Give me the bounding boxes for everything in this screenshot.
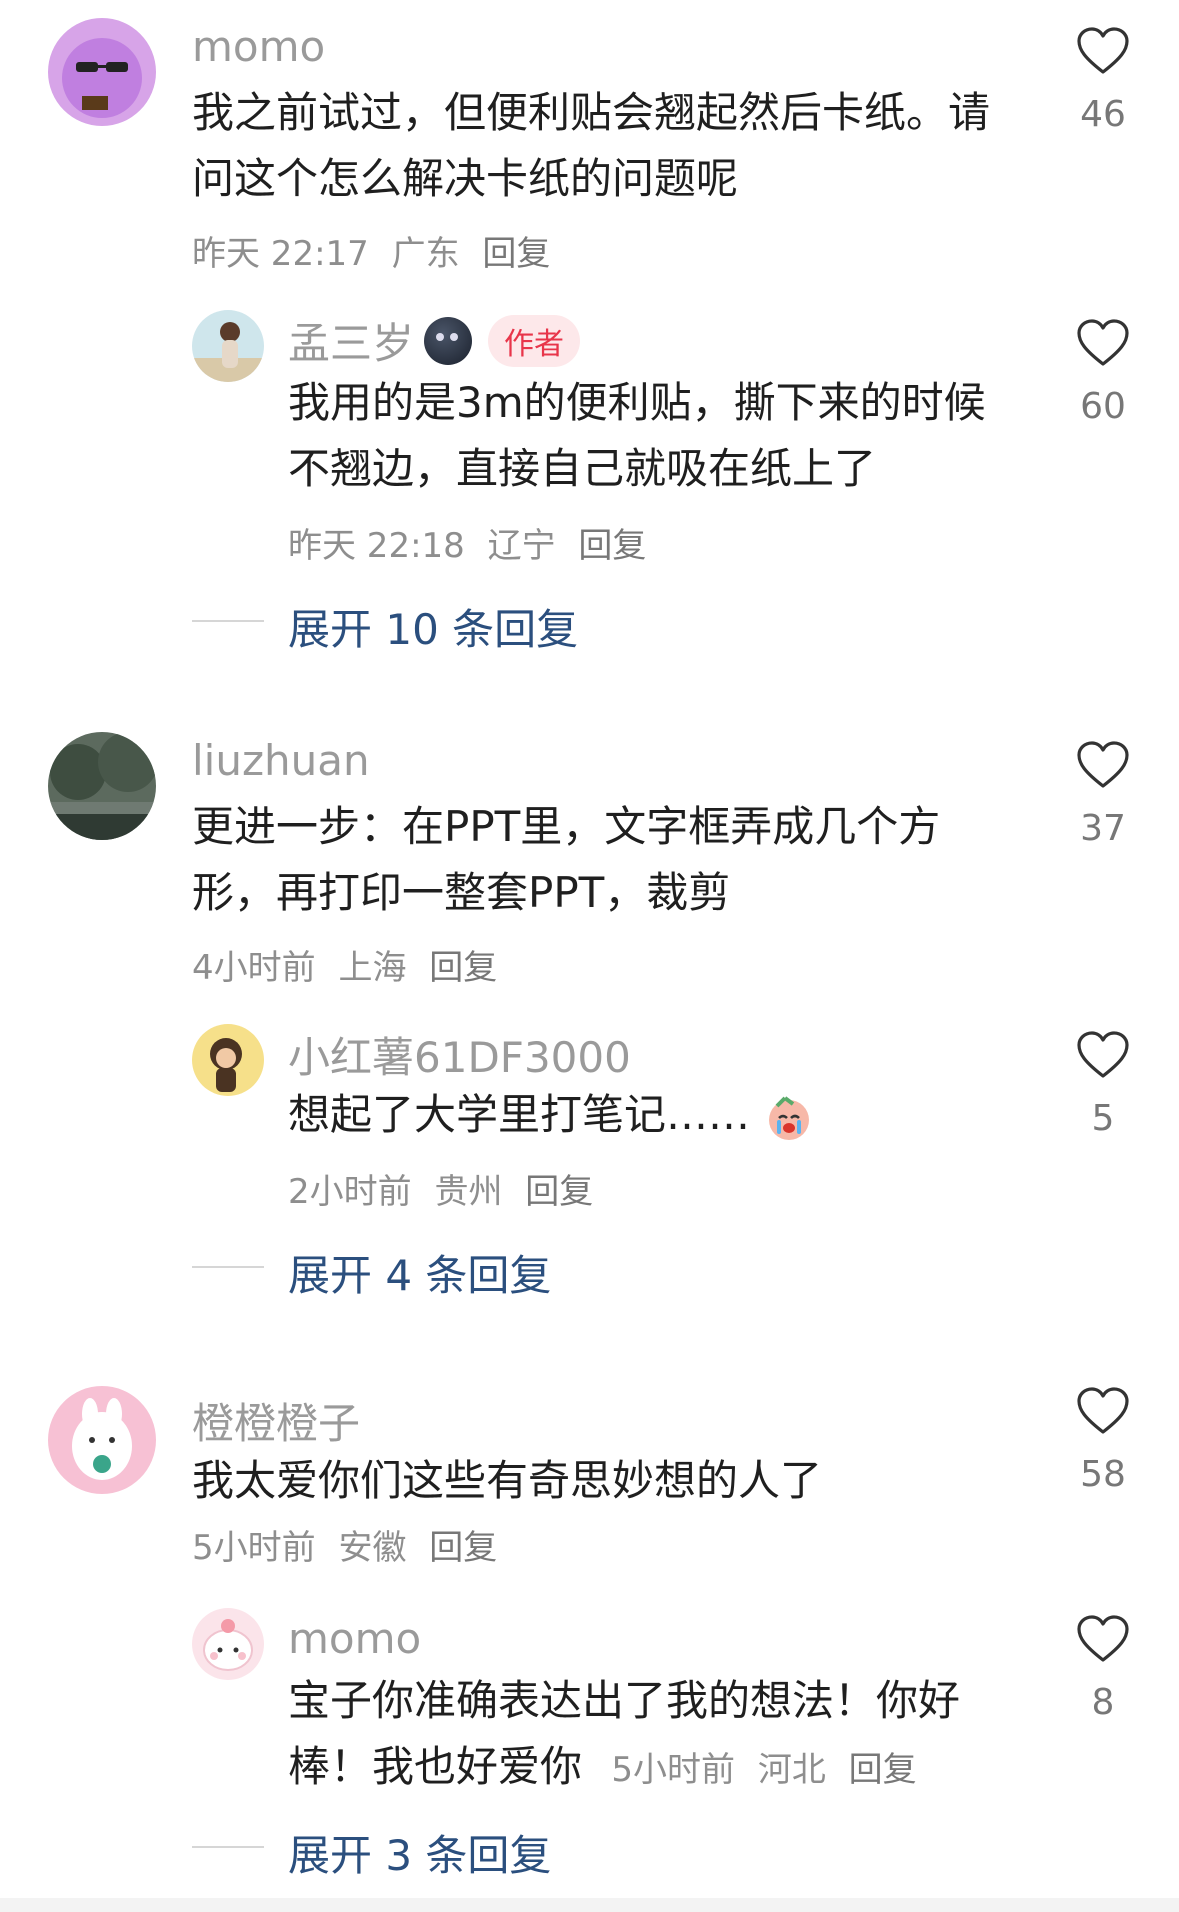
heart-icon <box>1077 27 1129 74</box>
heart-icon <box>1077 1031 1129 1078</box>
like-button[interactable]: 5 <box>1058 1030 1148 1139</box>
avatar[interactable] <box>192 310 264 382</box>
heart-icon <box>1077 319 1129 366</box>
reply-username[interactable]: 小红薯61DF3000 <box>288 1024 631 1085</box>
avatar[interactable] <box>48 1386 156 1494</box>
reply-text: 宝子你准确表达出了我的想法！你好 棒！我也好爱你 5小时前 河北 回复 <box>288 1668 1048 1803</box>
reply-button[interactable]: 回复 <box>578 526 646 566</box>
comment-location: 安徽 <box>338 1528 407 1568</box>
reply-meta: 5小时前 河北 回复 <box>611 1750 928 1790</box>
like-button[interactable]: 37 <box>1058 740 1148 849</box>
reply-time: 2小时前 <box>288 1172 412 1212</box>
reply-button[interactable]: 回复 <box>429 1528 497 1568</box>
reply-location: 河北 <box>757 1750 826 1790</box>
comment-text-line: 我之前试过，但便利贴会翘起然后卡纸。请 <box>192 88 991 137</box>
like-count: 60 <box>1080 386 1126 427</box>
crying-face-icon <box>769 1095 810 1140</box>
avatar[interactable] <box>48 732 156 840</box>
comment-text-line: 我太爱你们这些有奇思妙想的人了 <box>192 1456 823 1505</box>
reply-button[interactable]: 回复 <box>849 1750 917 1790</box>
comment-username[interactable]: momo <box>192 22 325 71</box>
comment-meta: 昨天 22:17 广东 回复 <box>192 226 562 275</box>
reply-meta: 昨天 22:18 辽宁 回复 <box>288 518 658 567</box>
divider <box>192 1846 264 1848</box>
comment-time: 4小时前 <box>192 948 316 988</box>
like-count: 37 <box>1080 808 1126 849</box>
reply-button[interactable]: 回复 <box>429 948 497 988</box>
new-moon-face-icon <box>424 316 473 365</box>
comment-location: 广东 <box>391 234 460 274</box>
reply-location: 贵州 <box>434 1172 503 1212</box>
reply-username-text: 孟三岁 <box>288 319 415 368</box>
like-button[interactable]: 58 <box>1058 1386 1148 1495</box>
comment-text-line: 形，再打印一整套PPT，裁剪 <box>192 868 731 917</box>
comment-time: 昨天 22:17 <box>192 234 369 274</box>
reply-time: 5小时前 <box>611 1750 736 1790</box>
like-button[interactable]: 8 <box>1058 1614 1148 1723</box>
comment-time: 5小时前 <box>192 1528 316 1568</box>
reply-text-line: 宝子你准确表达出了我的想法！你好 <box>288 1676 961 1725</box>
divider <box>192 620 264 622</box>
expand-replies-button[interactable]: 展开 3 条回复 <box>288 1822 551 1883</box>
comment-meta: 5小时前 安徽 回复 <box>192 1520 509 1569</box>
expand-replies-button[interactable]: 展开 4 条回复 <box>288 1242 551 1303</box>
like-button[interactable]: 46 <box>1058 26 1148 135</box>
comment-username[interactable]: 橙橙橙子 <box>192 1390 360 1451</box>
reply-text-line: 想起了大学里打笔记…… <box>288 1090 751 1139</box>
avatar[interactable] <box>192 1608 264 1680</box>
heart-icon <box>1077 741 1129 788</box>
bottom-separator <box>0 1898 1179 1912</box>
comment-text-line: 问这个怎么解决卡纸的问题呢 <box>192 154 739 203</box>
reply-text: 我用的是3m的便利贴，撕下来的时候 不翘边，直接自己就吸在纸上了 <box>288 370 1028 502</box>
reply-username[interactable]: 孟三岁 作者 <box>288 310 581 371</box>
like-button[interactable]: 60 <box>1058 318 1148 427</box>
divider <box>192 1266 264 1268</box>
comment-meta: 4小时前 上海 回复 <box>192 940 509 989</box>
reply-text-line: 棒！我也好爱你 5小时前 河北 回复 <box>288 1734 1048 1803</box>
reply-location: 辽宁 <box>487 526 556 566</box>
comment-text: 我太爱你们这些有奇思妙想的人了 <box>192 1448 1012 1514</box>
reply-text: 想起了大学里打笔记…… <box>288 1082 1028 1148</box>
heart-icon <box>1077 1387 1129 1434</box>
like-count: 5 <box>1091 1098 1115 1139</box>
reply-username[interactable]: momo <box>288 1614 421 1663</box>
reply-text-line: 不翘边，直接自己就吸在纸上了 <box>288 444 877 493</box>
heart-icon <box>1077 1615 1129 1662</box>
reply-button[interactable]: 回复 <box>525 1172 593 1212</box>
expand-replies-button[interactable]: 展开 10 条回复 <box>288 596 578 657</box>
comment-location: 上海 <box>338 948 407 988</box>
reply-text-line: 我用的是3m的便利贴，撕下来的时候 <box>288 378 986 427</box>
author-badge: 作者 <box>488 314 581 367</box>
avatar[interactable] <box>192 1024 264 1096</box>
comment-text: 更进一步：在PPT里，文字框弄成几个方 形，再打印一整套PPT，裁剪 <box>192 794 1012 926</box>
comment-username[interactable]: liuzhuan <box>192 736 370 785</box>
like-count: 58 <box>1080 1454 1126 1495</box>
reply-button[interactable]: 回复 <box>482 234 550 274</box>
comment-text: 我之前试过，但便利贴会翘起然后卡纸。请 问这个怎么解决卡纸的问题呢 <box>192 80 1012 212</box>
reply-meta: 2小时前 贵州 回复 <box>288 1164 605 1213</box>
like-count: 8 <box>1091 1682 1115 1723</box>
reply-text-tail: 棒！我也好爱你 <box>288 1742 583 1791</box>
comment-text-line: 更进一步：在PPT里，文字框弄成几个方 <box>192 802 941 851</box>
avatar[interactable] <box>48 18 156 126</box>
reply-time: 昨天 22:18 <box>288 526 465 566</box>
like-count: 46 <box>1080 94 1126 135</box>
